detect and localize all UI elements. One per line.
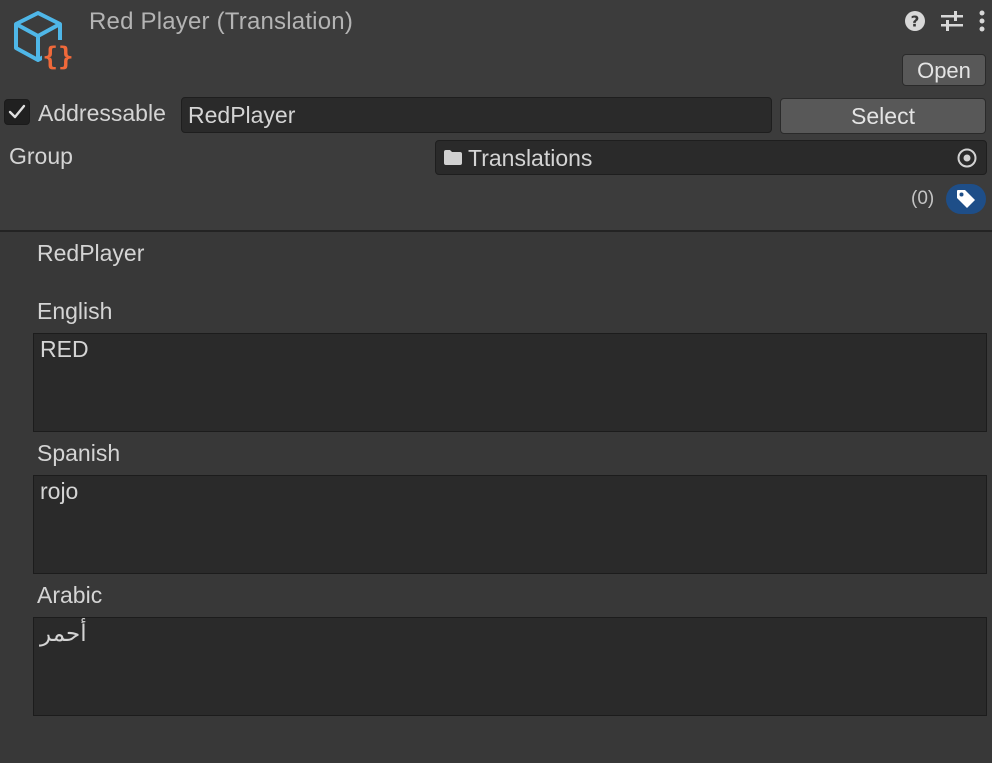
object-picker-icon[interactable]: [956, 147, 978, 169]
labels-count: (0): [911, 188, 935, 209]
addressable-checkbox[interactable]: [4, 99, 30, 125]
svg-text:?: ?: [911, 13, 920, 31]
more-menu-icon[interactable]: [978, 10, 986, 32]
group-label: Group: [9, 143, 73, 169]
folder-icon: [444, 150, 462, 165]
translation-field-english[interactable]: RED: [33, 333, 987, 432]
translation-field-arabic[interactable]: أحمر: [33, 617, 987, 716]
addressable-label: Addressable: [38, 100, 166, 126]
open-button[interactable]: Open: [902, 54, 986, 86]
select-button[interactable]: Select: [780, 98, 986, 134]
translation-key: RedPlayer: [37, 240, 145, 266]
asset-json-icon: {}: [14, 11, 74, 72]
page-title: Red Player (Translation): [89, 8, 354, 35]
address-input[interactable]: RedPlayer: [181, 97, 772, 133]
tag-icon: [957, 190, 975, 208]
inspector-header: {} Red Player (Translation) ? Open Addre…: [0, 0, 992, 232]
checkmark-icon: [8, 104, 26, 119]
language-label-arabic: Arabic: [37, 582, 103, 608]
header-toolbar: ?: [904, 10, 986, 32]
labels-button[interactable]: [946, 184, 986, 214]
group-value: Translations: [468, 145, 593, 171]
language-label-english: English: [37, 298, 113, 324]
translation-field-spanish[interactable]: rojo: [33, 475, 987, 574]
settings-sliders-icon[interactable]: [940, 10, 964, 32]
language-label-spanish: Spanish: [37, 440, 121, 466]
help-icon[interactable]: ?: [904, 10, 926, 32]
svg-text:{}: {}: [42, 42, 73, 72]
group-field[interactable]: Translations: [435, 140, 987, 175]
